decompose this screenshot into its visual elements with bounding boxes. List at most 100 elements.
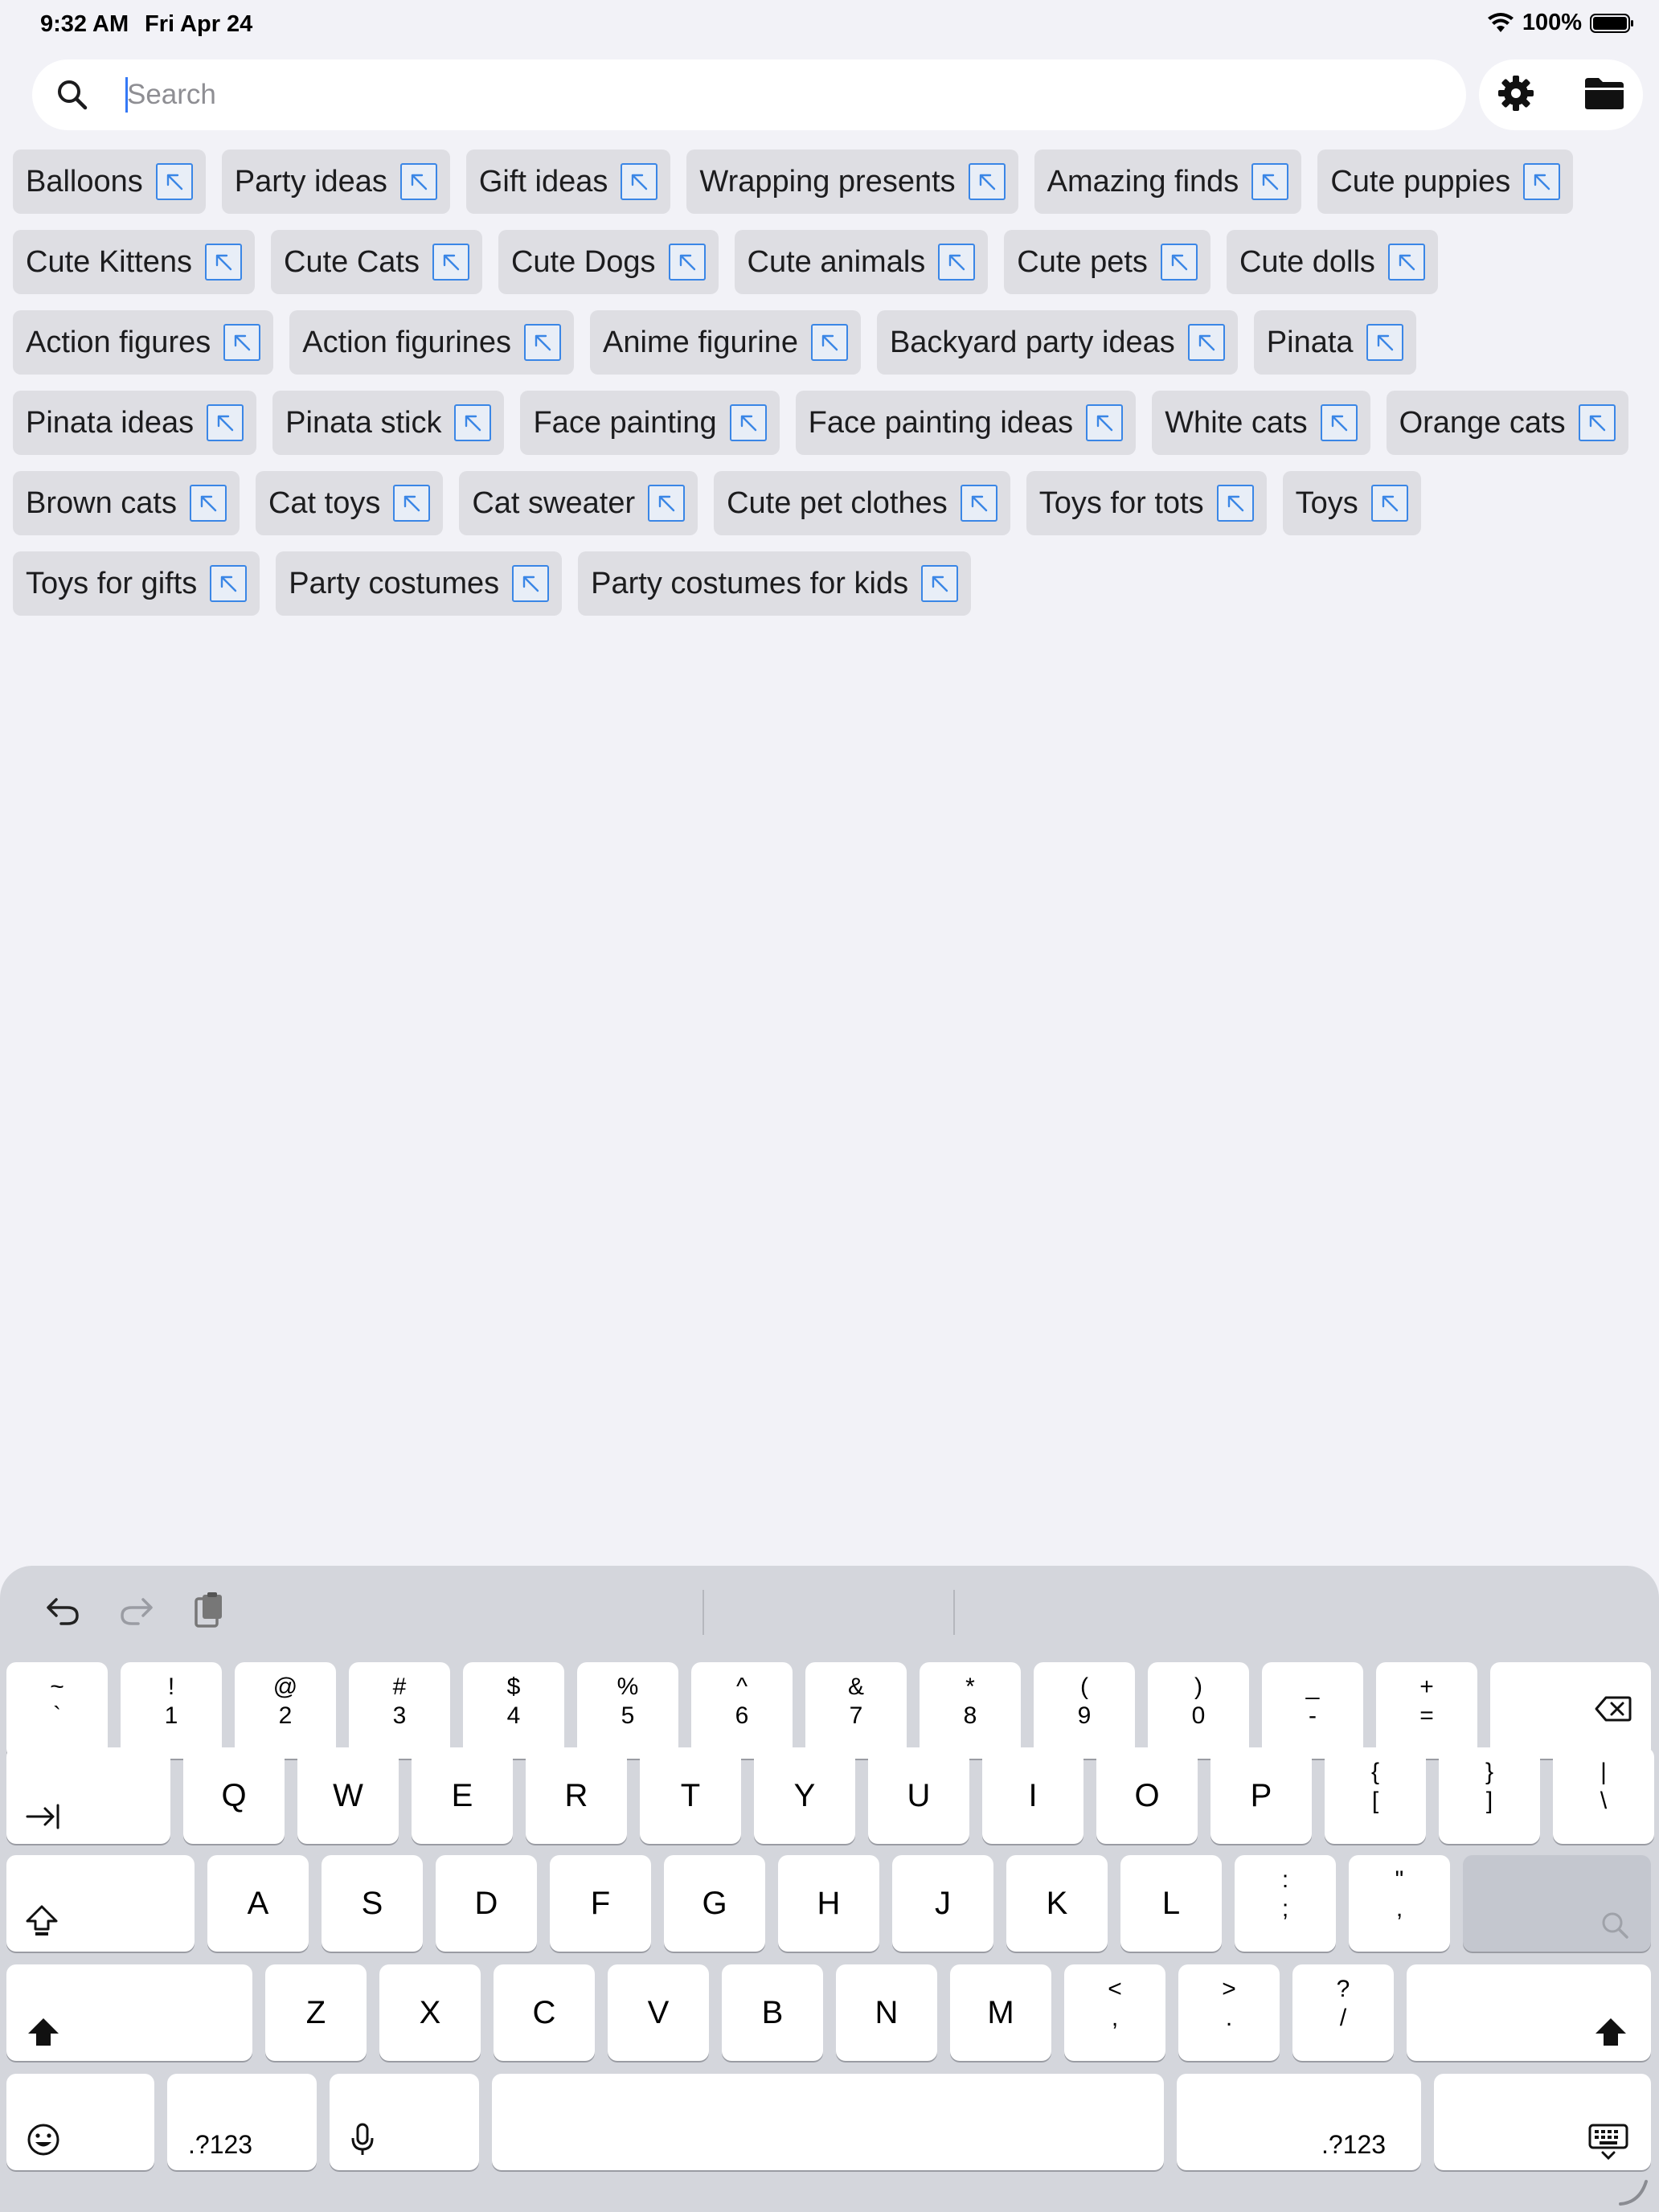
key-letter[interactable]: Z (265, 1964, 367, 2061)
key-symbol[interactable]: | \ (1553, 1747, 1654, 1844)
suggestion-chip[interactable]: Cute puppies (1317, 150, 1574, 214)
key-letter[interactable]: C (494, 1964, 595, 2061)
insert-arrow-icon[interactable] (189, 485, 227, 522)
dismiss-keyboard-key[interactable] (1434, 2074, 1651, 2170)
key-letter[interactable]: N (836, 1964, 937, 2061)
insert-arrow-icon[interactable] (432, 244, 469, 281)
caps-lock-key[interactable] (6, 1855, 195, 1952)
key-letter[interactable]: U (868, 1747, 969, 1844)
resize-grabber[interactable] (1616, 2177, 1651, 2212)
insert-arrow-icon[interactable] (968, 163, 1006, 200)
key-number[interactable]: ! 1 (121, 1662, 222, 1759)
shift-key-right[interactable] (1407, 1964, 1651, 2061)
suggestion-chip[interactable]: Face painting ideas (795, 391, 1137, 455)
key-number[interactable]: @2 (235, 1662, 336, 1759)
key-number[interactable]: ~ ` (6, 1662, 108, 1759)
suggestion-chip[interactable]: Balloons (13, 150, 206, 214)
insert-arrow-icon[interactable] (1578, 404, 1616, 441)
search-key[interactable] (1463, 1855, 1651, 1952)
key-letter[interactable]: K (1006, 1855, 1108, 1952)
shift-key-left[interactable] (6, 1964, 252, 2061)
key-number[interactable]: & 7 (805, 1662, 907, 1759)
key-letter[interactable]: W (297, 1747, 399, 1844)
suggestion-chip[interactable]: Cute Kittens (13, 230, 255, 294)
suggestion-chip[interactable]: Gift ideas (465, 150, 671, 214)
key-number[interactable]: + = (1376, 1662, 1477, 1759)
suggestion-chip[interactable]: Cat sweater (459, 471, 698, 535)
suggestion-chip[interactable]: Orange cats (1386, 391, 1628, 455)
key-number[interactable]: (9 (1034, 1662, 1135, 1759)
key-number[interactable]: #3 (349, 1662, 450, 1759)
suggestion-chip[interactable]: Party costumes (276, 551, 563, 616)
key-letter[interactable]: V (608, 1964, 709, 2061)
suggestion-chip[interactable]: Backyard party ideas (876, 310, 1238, 375)
redo-button[interactable] (114, 1590, 159, 1635)
number-mode-key-right[interactable]: .?123 (1177, 2074, 1421, 2170)
suggestion-chip[interactable]: Cute Dogs (498, 230, 719, 294)
key-number[interactable]: $4 (463, 1662, 564, 1759)
suggestion-chip[interactable]: Pinata (1253, 310, 1416, 375)
key-symbol[interactable]: }] (1439, 1747, 1540, 1844)
key-letter[interactable]: T (640, 1747, 741, 1844)
insert-arrow-icon[interactable] (524, 324, 562, 361)
insert-arrow-icon[interactable] (223, 324, 261, 361)
key-letter[interactable]: I (982, 1747, 1083, 1844)
key-letter[interactable]: P (1210, 1747, 1312, 1844)
insert-arrow-icon[interactable] (399, 163, 437, 200)
key-letter[interactable]: Y (754, 1747, 855, 1844)
suggestion-chip[interactable]: Amazing finds (1034, 150, 1302, 214)
insert-arrow-icon[interactable] (207, 404, 244, 441)
suggestion-chip[interactable]: Action figures (13, 310, 274, 375)
insert-arrow-icon[interactable] (1366, 324, 1403, 361)
insert-arrow-icon[interactable] (921, 565, 959, 602)
tab-key[interactable] (6, 1747, 170, 1844)
key-symbol[interactable]: :; (1235, 1855, 1336, 1952)
space-key[interactable] (492, 2074, 1164, 2170)
key-letter[interactable]: D (436, 1855, 537, 1952)
suggestion-chip[interactable]: Pinata stick (272, 391, 505, 455)
insert-arrow-icon[interactable] (810, 324, 848, 361)
key-number[interactable]: _ - (1262, 1662, 1363, 1759)
suggestion-chip[interactable]: Cute animals (734, 230, 989, 294)
insert-arrow-icon[interactable] (1160, 244, 1198, 281)
key-letter[interactable]: G (664, 1855, 765, 1952)
suggestion-chip[interactable]: Toys for tots (1026, 471, 1267, 535)
insert-arrow-icon[interactable] (648, 485, 686, 522)
suggestion-chip[interactable]: Brown cats (13, 471, 240, 535)
undo-button[interactable] (40, 1590, 85, 1635)
emoji-key[interactable] (6, 2074, 154, 2170)
number-mode-key-left[interactable]: .?123 (167, 2074, 317, 2170)
key-letter[interactable]: B (722, 1964, 823, 2061)
insert-arrow-icon[interactable] (1086, 404, 1124, 441)
key-letter[interactable]: R (526, 1747, 627, 1844)
key-letter[interactable]: S (322, 1855, 423, 1952)
insert-arrow-icon[interactable] (1387, 244, 1425, 281)
suggestion-chip[interactable]: Action figurines (289, 310, 575, 375)
insert-arrow-icon[interactable] (960, 485, 997, 522)
insert-arrow-icon[interactable] (205, 244, 242, 281)
folder-button[interactable] (1580, 71, 1628, 119)
search-bar[interactable] (32, 59, 1466, 130)
suggestion-chip[interactable]: Cute pet clothes (714, 471, 1010, 535)
delete-key[interactable] (1490, 1662, 1651, 1759)
suggestion-chip[interactable]: Party costumes for kids (578, 551, 972, 616)
suggestion-chip[interactable]: Cat toys (255, 471, 444, 535)
key-symbol[interactable]: {[ (1325, 1747, 1426, 1844)
insert-arrow-icon[interactable] (1523, 163, 1561, 200)
key-letter[interactable]: O (1096, 1747, 1198, 1844)
insert-arrow-icon[interactable] (1251, 163, 1289, 200)
insert-arrow-icon[interactable] (393, 485, 431, 522)
suggestion-chip[interactable]: Pinata ideas (13, 391, 257, 455)
suggestion-chip[interactable]: White cats (1152, 391, 1370, 455)
insert-arrow-icon[interactable] (1216, 485, 1254, 522)
insert-arrow-icon[interactable] (1187, 324, 1225, 361)
key-letter[interactable]: Q (183, 1747, 285, 1844)
key-letter[interactable]: A (207, 1855, 309, 1952)
key-number[interactable]: % 5 (577, 1662, 678, 1759)
insert-arrow-icon[interactable] (1370, 485, 1408, 522)
search-input[interactable] (127, 71, 1445, 119)
key-symbol[interactable]: ? / (1292, 1964, 1394, 2061)
key-letter[interactable]: L (1120, 1855, 1222, 1952)
insert-arrow-icon[interactable] (938, 244, 976, 281)
key-symbol[interactable]: >. (1178, 1964, 1280, 2061)
